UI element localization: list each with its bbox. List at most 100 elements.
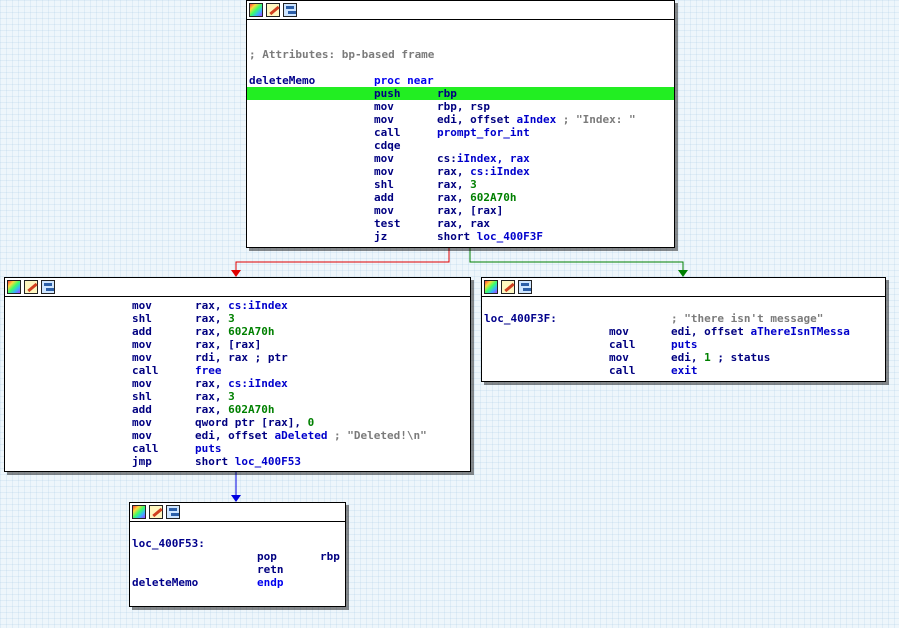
instruction-line[interactable]: retn xyxy=(130,563,345,576)
instruction-line[interactable]: mov rax, cs:iIndex xyxy=(247,165,674,178)
graph-node-loc-400f53[interactable]: loc_400F53: pop rbp retn deleteMemo endp xyxy=(129,502,346,607)
edge-unconditional-arrowhead xyxy=(231,495,241,502)
mnemonic: mov xyxy=(609,325,629,338)
instruction-line[interactable]: shl rax, 3 xyxy=(5,390,470,403)
label-line[interactable]: loc_400F3F: ; "there isn't message" xyxy=(482,312,885,325)
operands[interactable]: rax, rax xyxy=(437,217,490,230)
operands[interactable]: cs:iIndex, rax xyxy=(437,152,530,165)
node-titlebar xyxy=(247,1,674,20)
instruction-line[interactable]: mov edi, 1 ; status xyxy=(482,351,885,364)
operands[interactable]: rax, cs:iIndex xyxy=(437,165,530,178)
function-name[interactable]: deleteMemo xyxy=(132,576,198,589)
operands[interactable]: rdi, rax ; ptr xyxy=(195,351,288,364)
operands[interactable]: edi, offset aThereIsnTMessa xyxy=(671,325,850,338)
operands[interactable]: exit xyxy=(671,364,698,377)
graph-node-delete-block[interactable]: mov rax, cs:iIndex shl rax, 3 add rax, 602A70… xyxy=(4,277,471,472)
instruction-line[interactable]: mov edi, offset aDeleted ; "Deleted!\n" xyxy=(5,429,470,442)
mnemonic: mov xyxy=(374,113,394,126)
instruction-line[interactable]: jz short loc_400F3F xyxy=(247,230,674,243)
graph-view-icon[interactable] xyxy=(41,280,55,294)
instruction-line[interactable]: add rax, 602A70h xyxy=(5,403,470,416)
color-palette-icon[interactable] xyxy=(132,505,146,519)
instruction-line[interactable]: mov edi, offset aThereIsnTMessa xyxy=(482,325,885,338)
operands[interactable]: rax, [rax] xyxy=(437,204,503,217)
instruction-line[interactable]: test rax, rax xyxy=(247,217,674,230)
edit-pencil-icon[interactable] xyxy=(24,280,38,294)
instruction-line[interactable]: mov rdi, rax ; ptr xyxy=(5,351,470,364)
mnemonic: shl xyxy=(374,178,394,191)
mnemonic: jz xyxy=(374,230,388,243)
instruction-line[interactable]: call free xyxy=(5,364,470,377)
operands[interactable]: edi, offset aDeleted xyxy=(195,429,327,442)
instruction-line[interactable]: jmp short loc_400F53 xyxy=(5,455,470,468)
operands[interactable]: rax, cs:iIndex xyxy=(195,299,288,312)
graph-view-icon[interactable] xyxy=(283,3,297,17)
operands[interactable]: rax, 602A70h xyxy=(437,191,516,204)
proc-header-line[interactable]: deleteMemo proc near xyxy=(247,74,674,87)
instruction-line[interactable]: mov rax, [rax] xyxy=(5,338,470,351)
color-palette-icon[interactable] xyxy=(7,280,21,294)
endp-keyword: endp xyxy=(257,576,284,589)
instruction-line[interactable]: mov qword ptr [rax], 0 xyxy=(5,416,470,429)
graph-view-icon[interactable] xyxy=(518,280,532,294)
operands[interactable]: short loc_400F3F xyxy=(437,230,543,243)
graph-node-deletememo-entry[interactable]: ; Attributes: bp-based frame deleteMemo … xyxy=(246,0,675,248)
instruction-line[interactable]: call prompt_for_int xyxy=(247,126,674,139)
instruction-line[interactable]: mov rbp, rsp xyxy=(247,100,674,113)
operands[interactable]: puts xyxy=(195,442,222,455)
operands[interactable]: rbp xyxy=(320,550,340,563)
code-label[interactable]: loc_400F3F: xyxy=(484,312,557,325)
instruction-line[interactable]: mov rax, cs:iIndex xyxy=(5,299,470,312)
edit-pencil-icon[interactable] xyxy=(149,505,163,519)
mnemonic: mov xyxy=(132,429,152,442)
operands[interactable]: rbp, rsp xyxy=(437,100,490,113)
operands[interactable]: rax, 602A70h xyxy=(195,325,274,338)
mnemonic: mov xyxy=(132,416,152,429)
instruction-line[interactable]: mov edi, offset aIndex ; "Index: " xyxy=(247,113,674,126)
instruction-comment: ; "Index: " xyxy=(562,113,636,126)
color-palette-icon[interactable] xyxy=(249,3,263,17)
operands[interactable]: rbp xyxy=(437,87,457,100)
operands[interactable]: qword ptr [rax], 0 xyxy=(195,416,314,429)
color-palette-icon[interactable] xyxy=(484,280,498,294)
instruction-line[interactable]: shl rax, 3 xyxy=(5,312,470,325)
mnemonic: call xyxy=(132,364,159,377)
instruction-line[interactable]: call puts xyxy=(5,442,470,455)
instruction-line[interactable]: call exit xyxy=(482,364,885,377)
operands[interactable]: rax, 3 xyxy=(437,178,477,191)
instruction-line[interactable]: mov cs:iIndex, rax xyxy=(247,152,674,165)
operands[interactable]: short loc_400F53 xyxy=(195,455,301,468)
attributes-comment: ; Attributes: bp-based frame xyxy=(249,48,435,61)
operands[interactable]: prompt_for_int xyxy=(437,126,530,139)
operands[interactable]: rax, 3 xyxy=(195,390,235,403)
endp-line[interactable]: deleteMemo endp xyxy=(130,576,345,589)
instruction-line[interactable]: pop rbp xyxy=(130,550,345,563)
graph-node-loc-400f3f[interactable]: loc_400F3F: ; "there isn't message" mov e… xyxy=(481,277,886,382)
operands[interactable]: rax, cs:iIndex xyxy=(195,377,288,390)
operands[interactable]: puts xyxy=(671,338,698,351)
instruction-line[interactable]: call puts xyxy=(482,338,885,351)
mnemonic: shl xyxy=(132,312,152,325)
instruction-line[interactable]: add rax, 602A70h xyxy=(5,325,470,338)
operands[interactable]: free xyxy=(195,364,222,377)
graph-view-icon[interactable] xyxy=(166,505,180,519)
operands[interactable]: rax, [rax] xyxy=(195,338,261,351)
mnemonic: retn xyxy=(257,563,284,576)
operands[interactable]: rax, 3 xyxy=(195,312,235,325)
mnemonic: mov xyxy=(132,299,152,312)
operands[interactable]: rax, 602A70h xyxy=(195,403,274,416)
label-line[interactable]: loc_400F53: xyxy=(130,537,345,550)
instruction-line[interactable]: cdqe xyxy=(247,139,674,152)
instruction-line[interactable]: shl rax, 3 xyxy=(247,178,674,191)
edit-pencil-icon[interactable] xyxy=(501,280,515,294)
instruction-line[interactable]: add rax, 602A70h xyxy=(247,191,674,204)
instruction-line[interactable]: mov rax, [rax] xyxy=(247,204,674,217)
function-name[interactable]: deleteMemo xyxy=(249,74,315,87)
edit-pencil-icon[interactable] xyxy=(266,3,280,17)
mnemonic: mov xyxy=(132,351,152,364)
operands[interactable]: edi, offset aIndex xyxy=(437,113,556,126)
instruction-line[interactable]: push rbp xyxy=(247,87,674,100)
operands[interactable]: edi, 1 ; status xyxy=(671,351,770,364)
code-label[interactable]: loc_400F53: xyxy=(132,537,205,550)
instruction-line[interactable]: mov rax, cs:iIndex xyxy=(5,377,470,390)
